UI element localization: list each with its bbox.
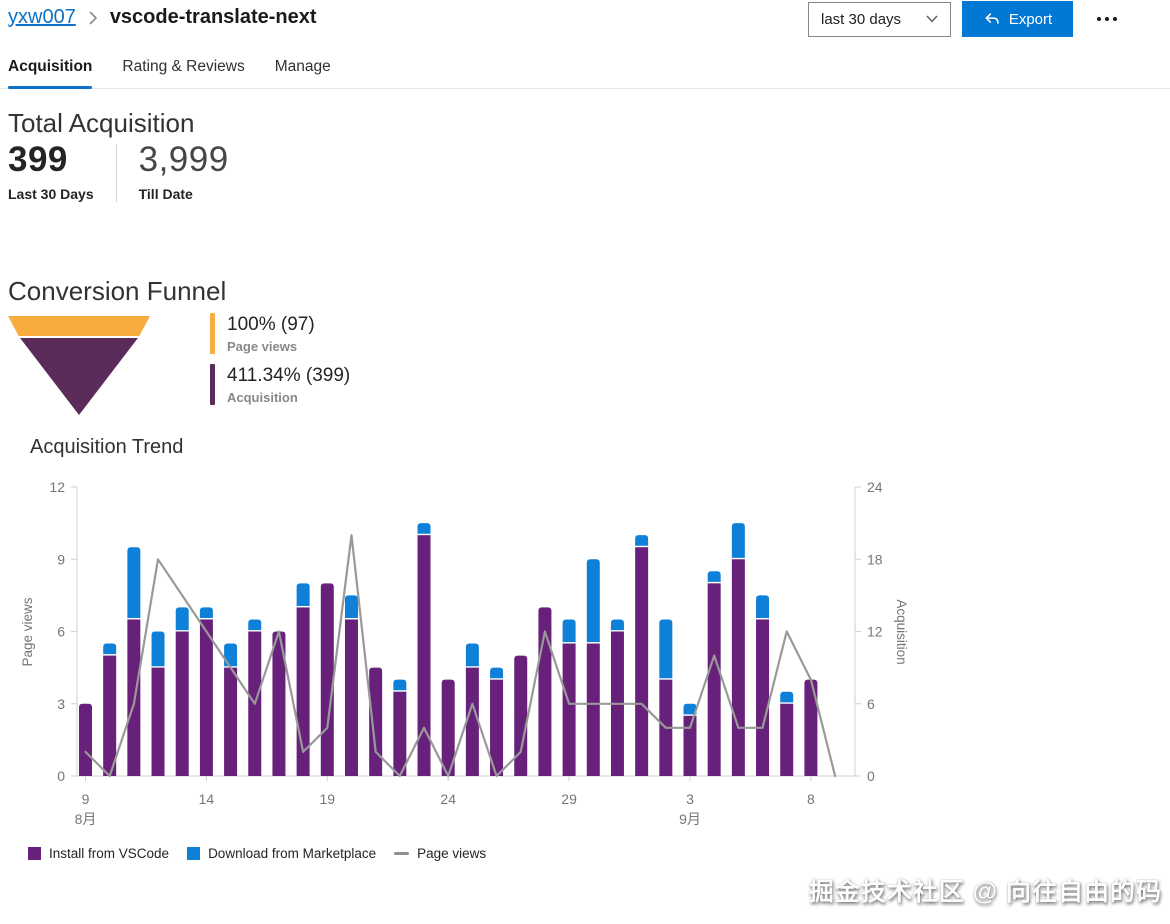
funnel-stats: 100% (97) Page views 411.34% (399) Acqui… <box>210 313 350 415</box>
tab-manage[interactable]: Manage <box>275 52 331 88</box>
watermark: 掘金技术社区 @ 向往自由的码 <box>809 872 1162 908</box>
svg-text:14: 14 <box>199 791 215 807</box>
funnel-stage-marker <box>210 364 215 405</box>
total-acquisition-stats: 399 Last 30 Days 3,999 Till Date <box>8 140 229 202</box>
line-swatch-icon <box>394 852 409 855</box>
svg-text:12: 12 <box>867 624 883 640</box>
export-icon <box>983 10 1001 28</box>
chevron-right-icon <box>88 10 98 26</box>
svg-text:9月: 9月 <box>679 811 701 827</box>
blue-swatch-icon <box>187 847 200 860</box>
total-acquisition-title: Total Acquisition <box>8 108 194 139</box>
stat-last-30-days-value: 399 <box>8 140 94 180</box>
legend-install-from-vscode: Install from VSCode <box>28 846 169 861</box>
svg-text:18: 18 <box>867 551 883 567</box>
svg-text:3: 3 <box>57 696 65 712</box>
stat-till-date: 3,999 Till Date <box>139 140 229 202</box>
tab-rating-reviews[interactable]: Rating & Reviews <box>122 52 244 88</box>
svg-text:8: 8 <box>807 791 815 807</box>
funnel-stage-label: Acquisition <box>227 390 350 405</box>
funnel-stage-acquisition: 411.34% (399) Acquisition <box>210 364 350 405</box>
legend-label: Page views <box>417 846 486 861</box>
funnel-stage-label: Page views <box>227 339 315 354</box>
trend-chart-svg: 0 3 6 9 12 0 6 12 18 24 9 8月 14 19 24 29 3 9月 8 Page views A… <box>18 467 918 839</box>
svg-text:0: 0 <box>867 768 875 784</box>
svg-text:6: 6 <box>57 624 65 640</box>
tab-acquisition[interactable]: Acquisition <box>8 52 92 88</box>
chart-legend: Install from VSCode Download from Market… <box>28 846 504 861</box>
tab-bar: Acquisition Rating & Reviews Manage <box>0 52 1170 89</box>
svg-text:0: 0 <box>57 768 65 784</box>
page-title: vscode-translate-next <box>110 6 317 29</box>
legend-label: Download from Marketplace <box>208 846 376 861</box>
funnel-icon <box>8 316 150 415</box>
more-icon <box>1097 17 1101 21</box>
more-button[interactable] <box>1087 1 1127 37</box>
svg-text:24: 24 <box>440 791 456 807</box>
svg-text:6: 6 <box>867 696 875 712</box>
svg-text:24: 24 <box>867 479 883 495</box>
svg-text:Page views: Page views <box>20 597 35 666</box>
svg-text:19: 19 <box>320 791 336 807</box>
svg-text:9: 9 <box>82 791 90 807</box>
date-range-select[interactable]: last 30 days <box>808 2 951 37</box>
legend-label: Install from VSCode <box>49 846 169 861</box>
stat-last-30-days-label: Last 30 Days <box>8 186 94 202</box>
acquisition-trend-chart[interactable]: 0 3 6 9 12 0 6 12 18 24 9 8月 14 19 24 29 3 9月 8 Page views A… <box>18 467 918 839</box>
svg-text:12: 12 <box>49 479 65 495</box>
svg-text:Acquisition: Acquisition <box>894 599 909 664</box>
legend-download-from-marketplace: Download from Marketplace <box>187 846 376 861</box>
header-controls: last 30 days Export <box>808 1 1127 37</box>
purple-swatch-icon <box>28 847 41 860</box>
funnel-bottom-stage <box>8 338 150 415</box>
stat-till-date-value: 3,999 <box>139 140 229 180</box>
date-range-value: last 30 days <box>821 11 901 28</box>
svg-text:9: 9 <box>57 551 65 567</box>
export-label: Export <box>1009 11 1052 28</box>
svg-text:3: 3 <box>686 791 694 807</box>
funnel-top-stage <box>8 316 150 336</box>
stat-divider <box>116 144 117 202</box>
funnel-stage-page-views: 100% (97) Page views <box>210 313 350 354</box>
funnel-stage-percent: 411.34% (399) <box>227 364 350 388</box>
stat-till-date-label: Till Date <box>139 186 229 202</box>
export-button[interactable]: Export <box>962 1 1073 37</box>
acquisition-trend-title: Acquisition Trend <box>30 436 183 459</box>
funnel-stage-marker <box>210 313 215 354</box>
breadcrumb-publisher-link[interactable]: yxw007 <box>8 6 76 29</box>
breadcrumb: yxw007 vscode-translate-next <box>8 6 317 29</box>
stat-last-30-days: 399 Last 30 Days <box>8 140 94 202</box>
svg-text:29: 29 <box>561 791 577 807</box>
chevron-down-icon <box>926 15 938 23</box>
conversion-funnel-title: Conversion Funnel <box>8 276 226 307</box>
legend-page-views: Page views <box>394 846 486 861</box>
funnel-stage-percent: 100% (97) <box>227 313 315 337</box>
svg-text:8月: 8月 <box>75 811 97 827</box>
